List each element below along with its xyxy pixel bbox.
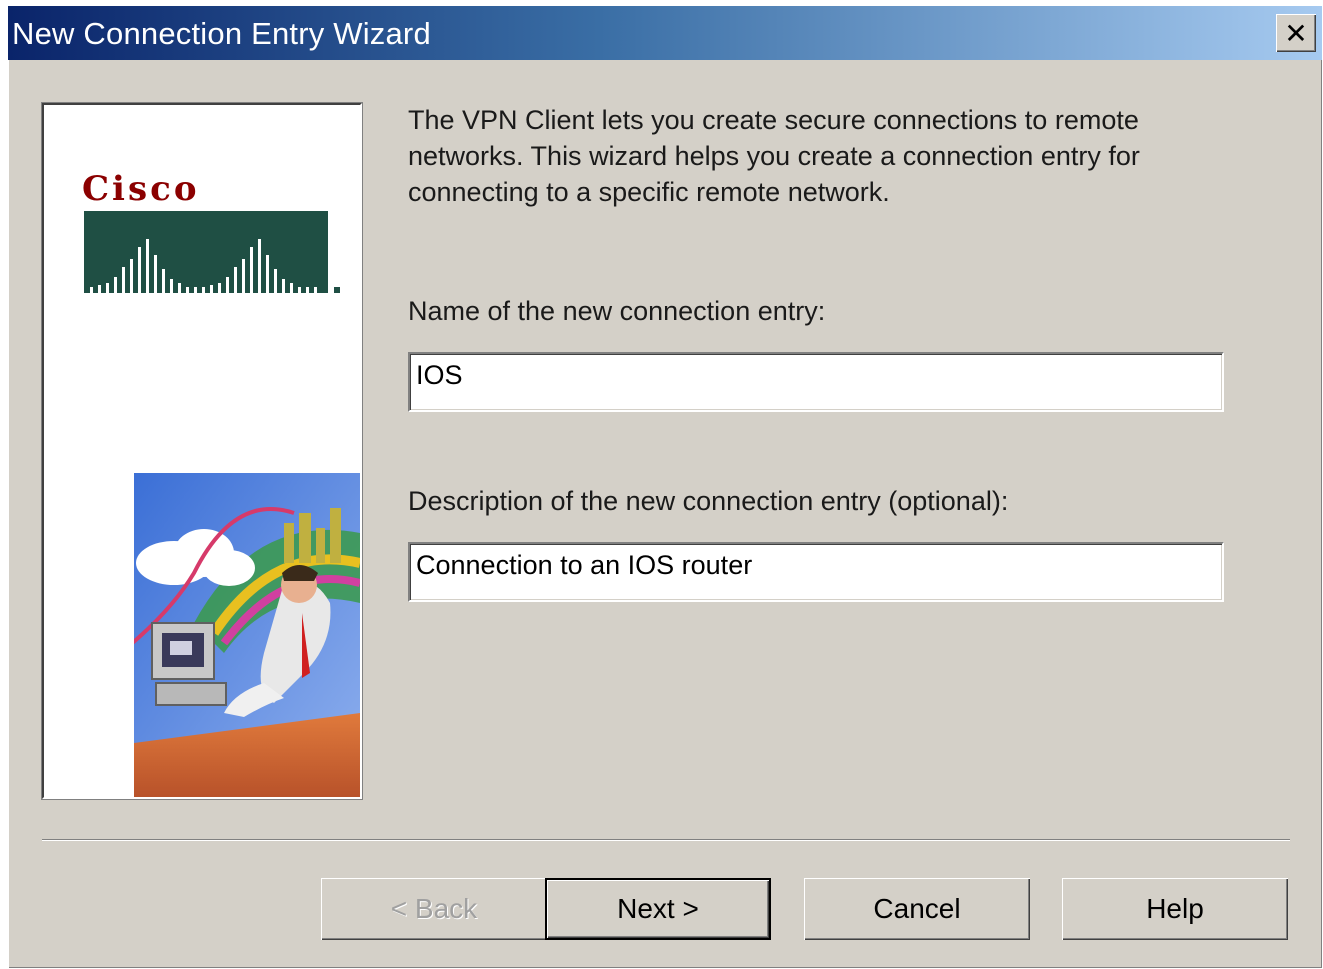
close-button[interactable]: ✕	[1276, 14, 1316, 52]
close-icon: ✕	[1284, 17, 1308, 49]
name-input[interactable]: IOS	[408, 352, 1224, 412]
cisco-logo-icon	[84, 211, 340, 293]
help-button[interactable]: Help	[1062, 878, 1288, 940]
back-button[interactable]: < Back	[321, 878, 547, 940]
cancel-button[interactable]: Cancel	[804, 878, 1030, 940]
next-button[interactable]: Next >	[545, 878, 771, 940]
title-bar[interactable]: New Connection Entry Wizard ✕	[8, 6, 1322, 60]
wizard-dialog: New Connection Entry Wizard ✕ Cisco Syst…	[8, 6, 1322, 968]
button-separator	[42, 839, 1290, 841]
description-input[interactable]: Connection to an IOS router	[408, 542, 1224, 602]
name-label: Name of the new connection entry:	[408, 296, 826, 326]
description-label: Description of the new connection entry …	[408, 486, 1009, 516]
window-title: New Connection Entry Wizard	[12, 16, 431, 51]
wizard-illustration-icon	[134, 473, 360, 797]
wizard-side-panel: Cisco Systems	[42, 103, 362, 799]
intro-text: The VPN Client lets you create secure co…	[408, 105, 1140, 207]
